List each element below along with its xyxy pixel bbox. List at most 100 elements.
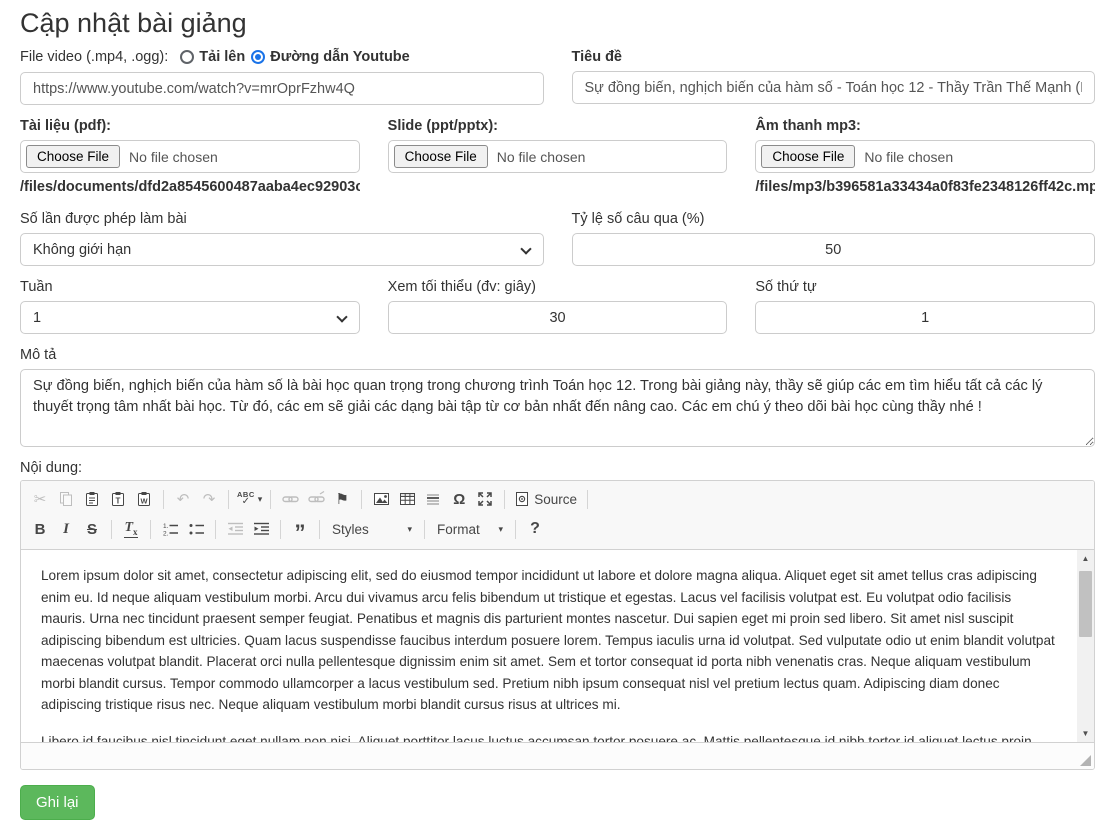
spellcheck-button[interactable]: ABC ✓ ▾ (235, 487, 264, 512)
scroll-down-arrow[interactable]: ▼ (1077, 725, 1094, 742)
italic-icon: I (63, 521, 69, 538)
toolbar-separator (319, 520, 320, 539)
chevron-down-icon: ▾ (258, 494, 263, 505)
horizontal-line-icon (425, 491, 441, 507)
blockquote-icon: ” (295, 520, 306, 538)
question-mark-icon: ? (530, 520, 540, 538)
undo-icon: ↶ (177, 492, 190, 507)
pass-rate-input[interactable] (572, 233, 1096, 266)
svg-text:2.: 2. (163, 531, 169, 538)
week-select[interactable]: 1 (20, 301, 360, 334)
image-icon (373, 491, 390, 507)
order-column: Số thứ tự (755, 279, 1095, 334)
min-watch-input[interactable] (388, 301, 728, 334)
editor-scrollbar[interactable]: ▲ ▼ (1077, 550, 1094, 742)
youtube-radio-label[interactable]: Đường dẫn Youtube (270, 49, 410, 65)
chevron-down-icon (336, 311, 347, 322)
order-label: Số thứ tự (755, 279, 1095, 295)
scrollbar-thumb[interactable] (1079, 571, 1092, 637)
editor-content-area[interactable]: Lorem ipsum dolor sit amet, consectetur … (21, 550, 1094, 742)
svg-text:1.: 1. (163, 523, 169, 530)
link-button[interactable] (277, 487, 303, 512)
about-button[interactable]: ? (522, 517, 548, 542)
unlink-button[interactable] (303, 487, 329, 512)
chevron-down-icon (520, 243, 531, 254)
toolbar-separator (270, 490, 271, 509)
anchor-flag-icon: ⚑ (336, 492, 349, 507)
content-label: Nội dung: (20, 460, 1095, 476)
editor-paragraph: Libero id faucibus nisl tincidunt eget n… (41, 731, 1059, 743)
resize-grip-icon[interactable] (1080, 755, 1091, 766)
rich-text-editor: ✂ T W ↶ ↷ (20, 480, 1095, 770)
horizontal-line-button[interactable] (420, 487, 446, 512)
maximize-button[interactable] (472, 487, 498, 512)
copy-button[interactable] (53, 487, 79, 512)
toolbar-separator (280, 520, 281, 539)
source-button-label: Source (534, 492, 577, 507)
bulleted-list-button[interactable] (183, 517, 209, 542)
redo-button[interactable]: ↷ (196, 487, 222, 512)
title-input[interactable] (572, 71, 1096, 104)
toolbar-separator (424, 520, 425, 539)
styles-dropdown-label: Styles (332, 522, 369, 537)
upload-radio[interactable] (180, 50, 194, 64)
pass-rate-label: Tỷ lệ số câu qua (%) (572, 211, 1096, 227)
format-dropdown[interactable]: Format ▾ (431, 517, 509, 542)
chevron-down-icon: ▾ (407, 524, 412, 535)
audio-file-input[interactable]: Choose File No file chosen (755, 140, 1095, 173)
maximize-icon (477, 491, 493, 507)
attempts-label: Số lần được phép làm bài (20, 211, 544, 227)
order-input[interactable] (755, 301, 1095, 334)
slide-choose-file-button[interactable]: Choose File (394, 145, 488, 168)
toolbar-separator (150, 520, 151, 539)
audio-file-status: No file chosen (864, 149, 953, 165)
editor-document[interactable]: Lorem ipsum dolor sit amet, consectetur … (21, 550, 1077, 742)
cut-button[interactable]: ✂ (27, 487, 53, 512)
row-week-watch-order: Tuần 1 Xem tối thiểu (đv: giây) Số thứ t… (20, 279, 1095, 334)
toolbar-separator (228, 490, 229, 509)
blockquote-button[interactable]: ” (287, 517, 313, 542)
source-button[interactable]: Source (511, 487, 581, 512)
description-textarea[interactable]: Sự đồng biến, nghịch biến của hàm số là … (20, 369, 1095, 447)
week-selected-value: 1 (33, 310, 41, 326)
editor-toolbar: ✂ T W ↶ ↷ (21, 481, 1094, 550)
slide-file-status: No file chosen (497, 149, 586, 165)
omega-icon: Ω (453, 492, 465, 507)
video-column: File video (.mp4, .ogg): Tải lên Đường d… (20, 49, 544, 105)
paste-text-button[interactable]: T (105, 487, 131, 512)
paste-word-button[interactable]: W (131, 487, 157, 512)
title-column: Tiêu đề (572, 49, 1096, 104)
attempts-select[interactable]: Không giới hạn (20, 233, 544, 266)
update-lecture-form: Cập nhật bài giảng File video (.mp4, .og… (0, 0, 1115, 820)
youtube-url-input[interactable] (20, 72, 544, 105)
toolbar-separator (163, 490, 164, 509)
toolbar-separator (504, 490, 505, 509)
special-character-button[interactable]: Ω (446, 487, 472, 512)
numbered-list-button[interactable]: 1.2. (157, 517, 183, 542)
youtube-radio[interactable] (251, 50, 265, 64)
audio-label: Âm thanh mp3: (755, 118, 1095, 134)
bulleted-list-icon (188, 521, 205, 537)
week-label: Tuần (20, 279, 360, 295)
toolbar-separator (215, 520, 216, 539)
upload-radio-label[interactable]: Tải lên (199, 49, 245, 65)
undo-button[interactable]: ↶ (170, 487, 196, 512)
anchor-button[interactable]: ⚑ (329, 487, 355, 512)
bold-button[interactable]: B (27, 517, 53, 542)
audio-choose-file-button[interactable]: Choose File (761, 145, 855, 168)
strikethrough-button[interactable]: S (79, 517, 105, 542)
paste-button[interactable] (79, 487, 105, 512)
table-button[interactable] (394, 487, 420, 512)
document-label: Tài liệu (pdf): (20, 118, 360, 134)
indent-button[interactable] (248, 517, 274, 542)
chevron-down-icon: ▾ (498, 524, 503, 535)
styles-dropdown[interactable]: Styles ▾ (326, 517, 418, 542)
slide-file-input[interactable]: Choose File No file chosen (388, 140, 728, 173)
scroll-up-arrow[interactable]: ▲ (1077, 550, 1094, 567)
outdent-button[interactable] (222, 517, 248, 542)
document-file-input[interactable]: Choose File No file chosen (20, 140, 360, 173)
italic-button[interactable]: I (53, 517, 79, 542)
remove-format-button[interactable]: Tx (118, 517, 144, 542)
document-choose-file-button[interactable]: Choose File (26, 145, 120, 168)
image-button[interactable] (368, 487, 394, 512)
